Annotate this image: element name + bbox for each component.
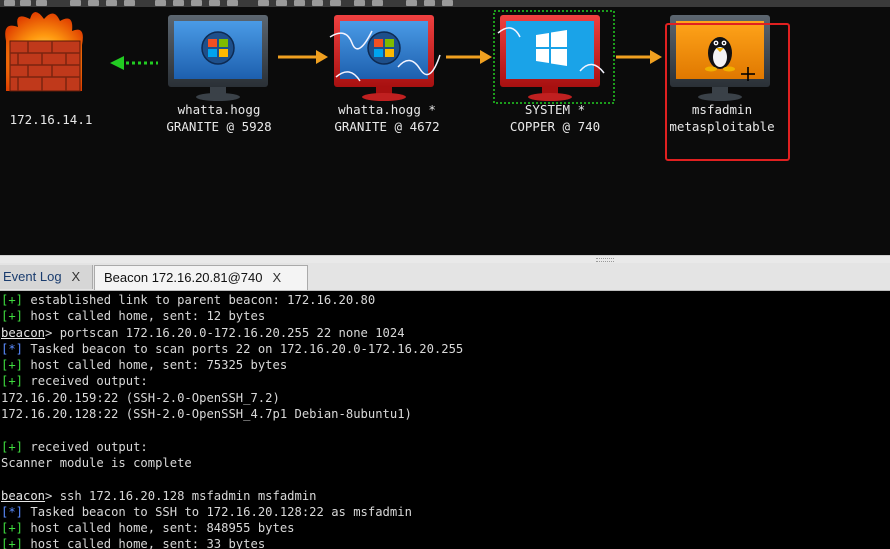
toolbar-icon[interactable] [155, 0, 166, 6]
toolbar-icon[interactable] [330, 0, 341, 6]
line-text: Tasked beacon to SSH to 172.16.20.128:22… [23, 504, 412, 519]
tab-event-log[interactable]: Event Log X [0, 265, 93, 289]
console-line: 172.16.20.159:22 (SSH-2.0-OpenSSH_7.2) [0, 390, 890, 406]
toolbar-icon[interactable] [276, 0, 287, 6]
console-line: beacon> portscan 172.16.20.0-172.16.20.2… [0, 325, 890, 341]
node-label: msfadmin metasploitable [622, 101, 822, 135]
firewall-icon[interactable] [5, 12, 83, 92]
line-text: host called home, sent: 848955 bytes [23, 521, 295, 536]
toolbar-icon[interactable] [294, 0, 305, 6]
console-line: [*] Tasked beacon to scan ports 22 on 17… [0, 341, 890, 357]
toolbar-icon[interactable] [106, 0, 117, 6]
line-text: received output: [23, 374, 148, 389]
status-tag: [*] [1, 341, 24, 356]
console-line: [+] host called home, sent: 75325 bytes [0, 357, 890, 373]
status-tag: [+] [1, 521, 24, 536]
toolbar-icon[interactable] [406, 0, 417, 6]
toolbar-icon[interactable] [4, 0, 15, 6]
line-text: established link to parent beacon: 172.1… [23, 293, 376, 307]
close-icon[interactable]: X [273, 270, 282, 285]
line-text: received output: [23, 439, 148, 454]
console-line: [+] host called home, sent: 12 bytes [0, 308, 890, 324]
line-text: host called home, sent: 75325 bytes [23, 358, 288, 373]
console-line: 172.16.20.128:22 (SSH-2.0-OpenSSH_4.7p1 … [0, 406, 890, 422]
line-text: Scanner module is complete [1, 455, 192, 470]
line-text: > ssh 172.16.20.128 msfadmin msfadmin [45, 488, 317, 503]
windows-host-compromised-icon[interactable] [329, 15, 441, 101]
toolbar-icon[interactable] [124, 0, 135, 6]
status-tag: [+] [1, 358, 24, 373]
toolbar-icon[interactable] [354, 0, 365, 6]
windows10-host-icon[interactable] [493, 10, 615, 104]
toolbar-icon[interactable] [227, 0, 238, 6]
line-text: 172.16.20.159:22 (SSH-2.0-OpenSSH_7.2) [1, 390, 280, 405]
beacon-prompt: beacon [1, 325, 46, 340]
line-text: Tasked beacon to scan ports 22 on 172.16… [23, 341, 464, 356]
console-line: [+] host called home, sent: 848955 bytes [0, 520, 890, 536]
toolbar-icon[interactable] [372, 0, 383, 6]
toolbar-icon[interactable] [312, 0, 323, 6]
windows-host-icon[interactable] [168, 15, 268, 101]
status-tag: [+] [1, 309, 24, 324]
toolbar-icon[interactable] [442, 0, 453, 6]
beacon-prompt: beacon [1, 488, 46, 503]
console-line: [*] Tasked beacon to SSH to 172.16.20.12… [0, 504, 890, 520]
tab-bar: Event Log X Beacon 172.16.20.81@740 X [0, 263, 890, 291]
close-icon[interactable]: X [72, 269, 81, 284]
toolbar-icon[interactable] [70, 0, 81, 6]
pivot-arrow [110, 56, 158, 70]
line-text: > portscan 172.16.20.0-172.16.20.255 22 … [45, 325, 405, 340]
line-text: 172.16.20.128:22 (SSH-2.0-OpenSSH_4.7p1 … [1, 407, 412, 422]
link-arrow [278, 50, 328, 64]
toolbar-icon[interactable] [173, 0, 184, 6]
toolbar-icon[interactable] [191, 0, 202, 6]
tab-beacon[interactable]: Beacon 172.16.20.81@740 X [94, 265, 308, 290]
toolbar-icon[interactable] [36, 0, 47, 6]
tab-label: Event Log [3, 269, 62, 284]
pivot-graph: 172.16.14.1 whatta.hogg GRANITE @ 5928 w… [0, 7, 890, 255]
status-tag: [+] [1, 439, 24, 454]
console-line: [+] established link to parent beacon: 1… [0, 292, 890, 308]
link-arrow [616, 50, 662, 64]
console-line: Scanner module is complete [0, 455, 890, 471]
console-line: beacon> ssh 172.16.20.128 msfadmin msfad… [0, 488, 890, 504]
status-tag: [+] [1, 293, 24, 307]
toolbar-icon[interactable] [258, 0, 269, 6]
line-text: host called home, sent: 33 bytes [23, 537, 266, 549]
console-line: [+] host called home, sent: 33 bytes [0, 536, 890, 549]
tab-label: Beacon 172.16.20.81@740 [104, 270, 263, 285]
console-line: [+] received output: [0, 439, 890, 455]
toolbar-icon[interactable] [209, 0, 220, 6]
status-tag: [+] [1, 374, 24, 389]
beacon-console[interactable]: [+] established link to parent beacon: 1… [0, 291, 890, 549]
line-text: host called home, sent: 12 bytes [23, 309, 266, 324]
splitter-grip[interactable] [596, 258, 614, 262]
toolbar [0, 0, 890, 7]
toolbar-icon[interactable] [88, 0, 99, 6]
node-host: metasploitable [669, 119, 775, 134]
status-tag: [*] [1, 504, 24, 519]
toolbar-icon[interactable] [20, 0, 31, 6]
status-tag: [+] [1, 537, 24, 549]
console-line: [+] received output: [0, 373, 890, 389]
toolbar-icon[interactable] [424, 0, 435, 6]
linux-host-icon[interactable] [670, 15, 770, 101]
firewall-ip: 172.16.14.1 [9, 112, 93, 127]
node-user: msfadmin [691, 102, 753, 117]
link-arrow [446, 50, 492, 64]
